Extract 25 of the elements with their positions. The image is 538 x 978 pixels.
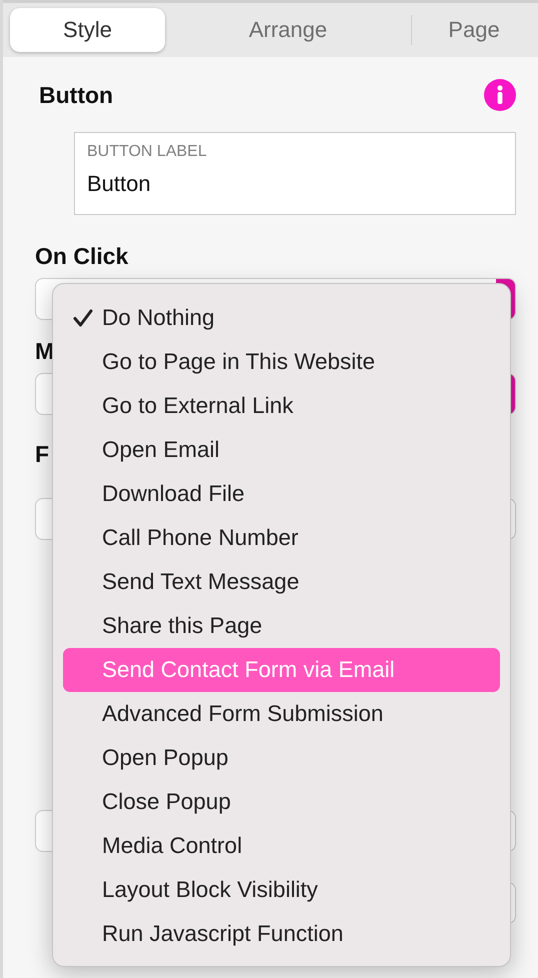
section-label: M <box>35 338 54 365</box>
menu-item[interactable]: Share this Page <box>63 604 500 648</box>
menu-item[interactable]: Layout Block Visibility <box>63 868 500 912</box>
info-icon[interactable] <box>484 79 516 111</box>
menu-item[interactable]: Send Text Message <box>63 560 500 604</box>
menu-item[interactable]: Go to Page in This Website <box>63 340 500 384</box>
menu-item[interactable]: Close Popup <box>63 780 500 824</box>
section-title: Button <box>39 82 114 108</box>
menu-item[interactable]: Call Phone Number <box>63 516 500 560</box>
menu-item[interactable]: Open Email <box>63 428 500 472</box>
menu-item[interactable]: Do Nothing <box>63 296 500 340</box>
field-label: BUTTON LABEL <box>87 143 208 161</box>
section-label: On Click <box>35 243 128 270</box>
menu-item[interactable]: Open Popup <box>63 736 500 780</box>
menu-item[interactable]: Go to External Link <box>63 384 500 428</box>
menu-item[interactable]: Advanced Form Submission <box>63 692 500 736</box>
tab[interactable]: Arrange <box>165 8 411 52</box>
section-label: F <box>35 441 50 468</box>
field-value: Button <box>87 171 152 197</box>
input-field[interactable]: BUTTON LABEL Button <box>74 132 516 215</box>
menu-item[interactable]: Media Control <box>63 824 500 868</box>
menu-item[interactable]: Download File <box>63 472 500 516</box>
tab[interactable]: Page <box>412 8 536 52</box>
tab[interactable]: Style <box>10 8 165 52</box>
menu-item[interactable]: Run Javascript Function <box>63 912 500 956</box>
